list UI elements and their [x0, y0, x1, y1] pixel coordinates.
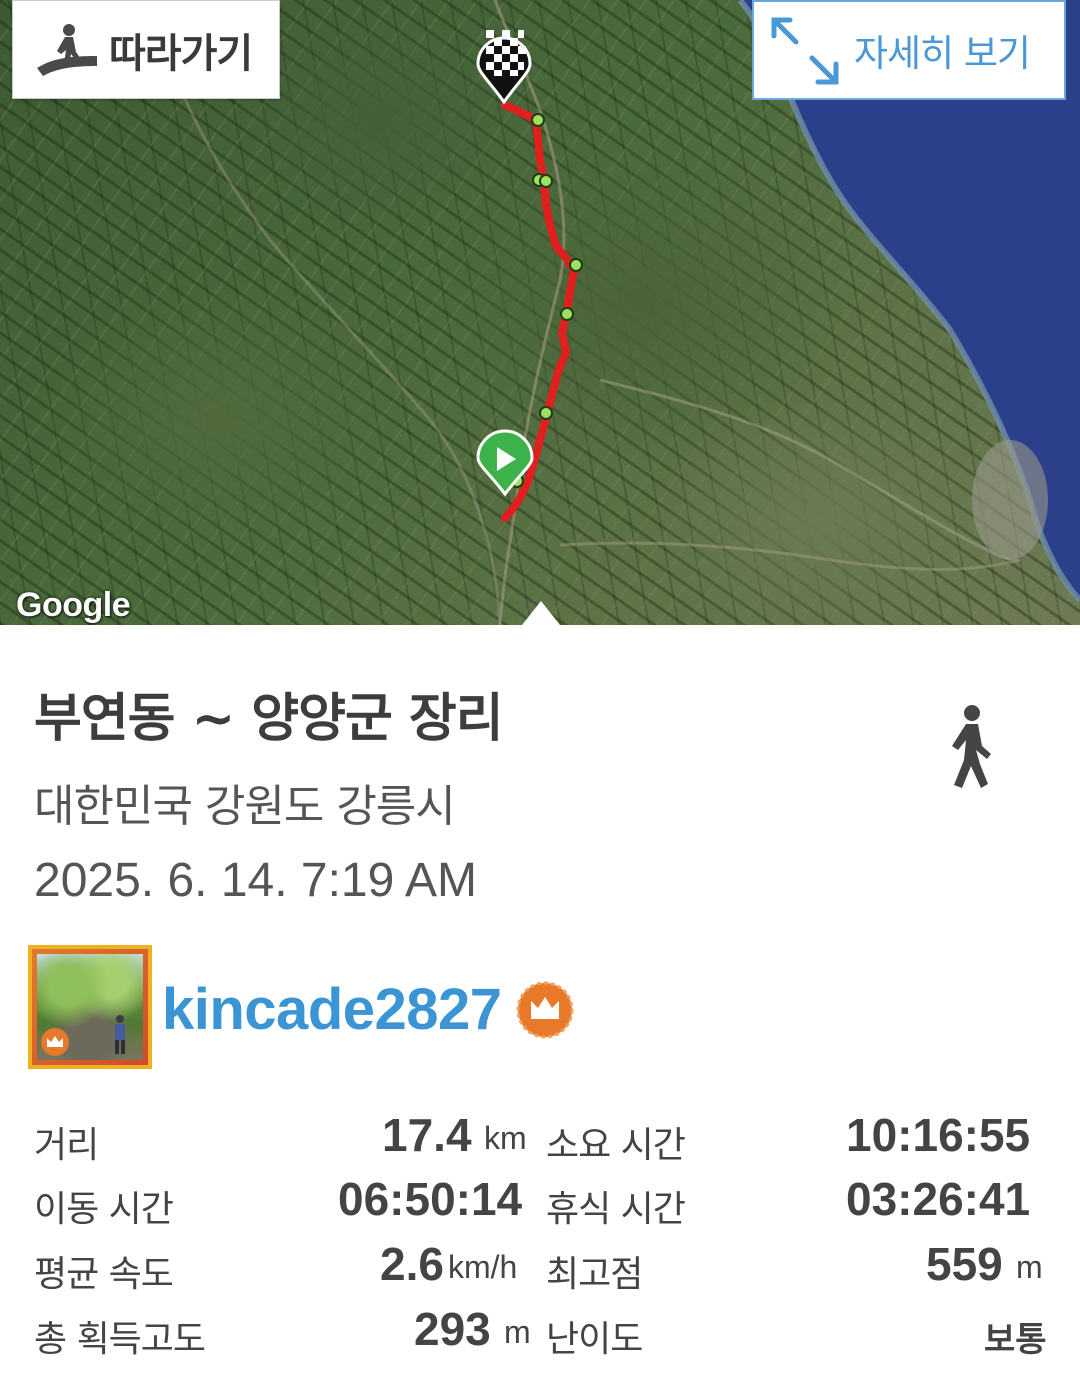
waypoint: [531, 113, 545, 127]
trip-location: 대한민국 강원도 강릉시: [34, 781, 456, 832]
stat-total-time-value: 10:16:55: [846, 1109, 1031, 1161]
stat-distance-value: 17.4: [382, 1109, 472, 1161]
checkered-flag-marker-icon: [476, 30, 532, 105]
waypoint: [539, 174, 553, 188]
crown-badge-icon: [516, 981, 574, 1039]
google-logo: Google: [16, 586, 131, 624]
stat-avg-speed-value: 2.6: [380, 1238, 444, 1290]
stat-total-gain-value: 293: [414, 1303, 491, 1355]
stat-difficulty-value: 보통: [984, 1320, 1047, 1360]
avatar-crown-icon: [41, 1028, 69, 1056]
hiker-on-trail-icon: [37, 23, 97, 76]
stat-distance-label: 거리: [34, 1125, 99, 1166]
stat-avg-speed-label: 평균 속도: [34, 1254, 174, 1295]
stat-distance-unit: km: [484, 1120, 527, 1156]
follow-button-label: 따라가기: [109, 30, 253, 77]
valley-road: [559, 541, 1021, 571]
callout-notch: [522, 601, 560, 625]
trip-datetime: 2025. 6. 14. 7:19 AM: [34, 854, 477, 907]
avatar[interactable]: [28, 945, 152, 1069]
stat-max-elev-value: 559: [926, 1238, 1003, 1290]
trip-title: 부연동 ~ 양양군 장리: [34, 689, 504, 749]
stat-total-gain-unit: m: [504, 1314, 531, 1350]
detail-view-button[interactable]: 자세히 보기: [752, 0, 1066, 100]
avatar-photo: [37, 954, 143, 1060]
walking-person-icon[interactable]: [944, 704, 996, 790]
follow-button[interactable]: 따라가기: [12, 0, 280, 99]
username-link[interactable]: kincade2827: [162, 976, 502, 1043]
waypoint: [560, 307, 574, 321]
stat-moving-time-label: 이동 시간: [34, 1189, 174, 1230]
expand-arrows-icon: [771, 17, 839, 85]
stat-max-elev-label: 최고점: [546, 1254, 643, 1295]
waypoint: [569, 258, 583, 272]
stat-moving-time-value: 06:50:14: [338, 1173, 523, 1225]
stat-rest-time-label: 휴식 시간: [546, 1189, 686, 1230]
town-area: [972, 440, 1048, 560]
waypoint: [539, 406, 553, 420]
stat-rest-time-value: 03:26:41: [846, 1173, 1031, 1225]
hiker-figure-icon: [115, 1015, 125, 1054]
detail-view-label: 자세히 보기: [854, 32, 1031, 75]
map-view[interactable]: Google 따라가기 자세히 보기: [0, 0, 1080, 625]
stat-avg-speed-unit: km/h: [448, 1249, 518, 1285]
stat-difficulty-label: 난이도: [546, 1319, 643, 1360]
valley-road: [599, 378, 1011, 562]
stat-total-gain-label: 총 획득고도: [34, 1319, 206, 1360]
stat-total-time-label: 소요 시간: [546, 1125, 686, 1166]
stat-max-elev-unit: m: [1016, 1249, 1043, 1285]
